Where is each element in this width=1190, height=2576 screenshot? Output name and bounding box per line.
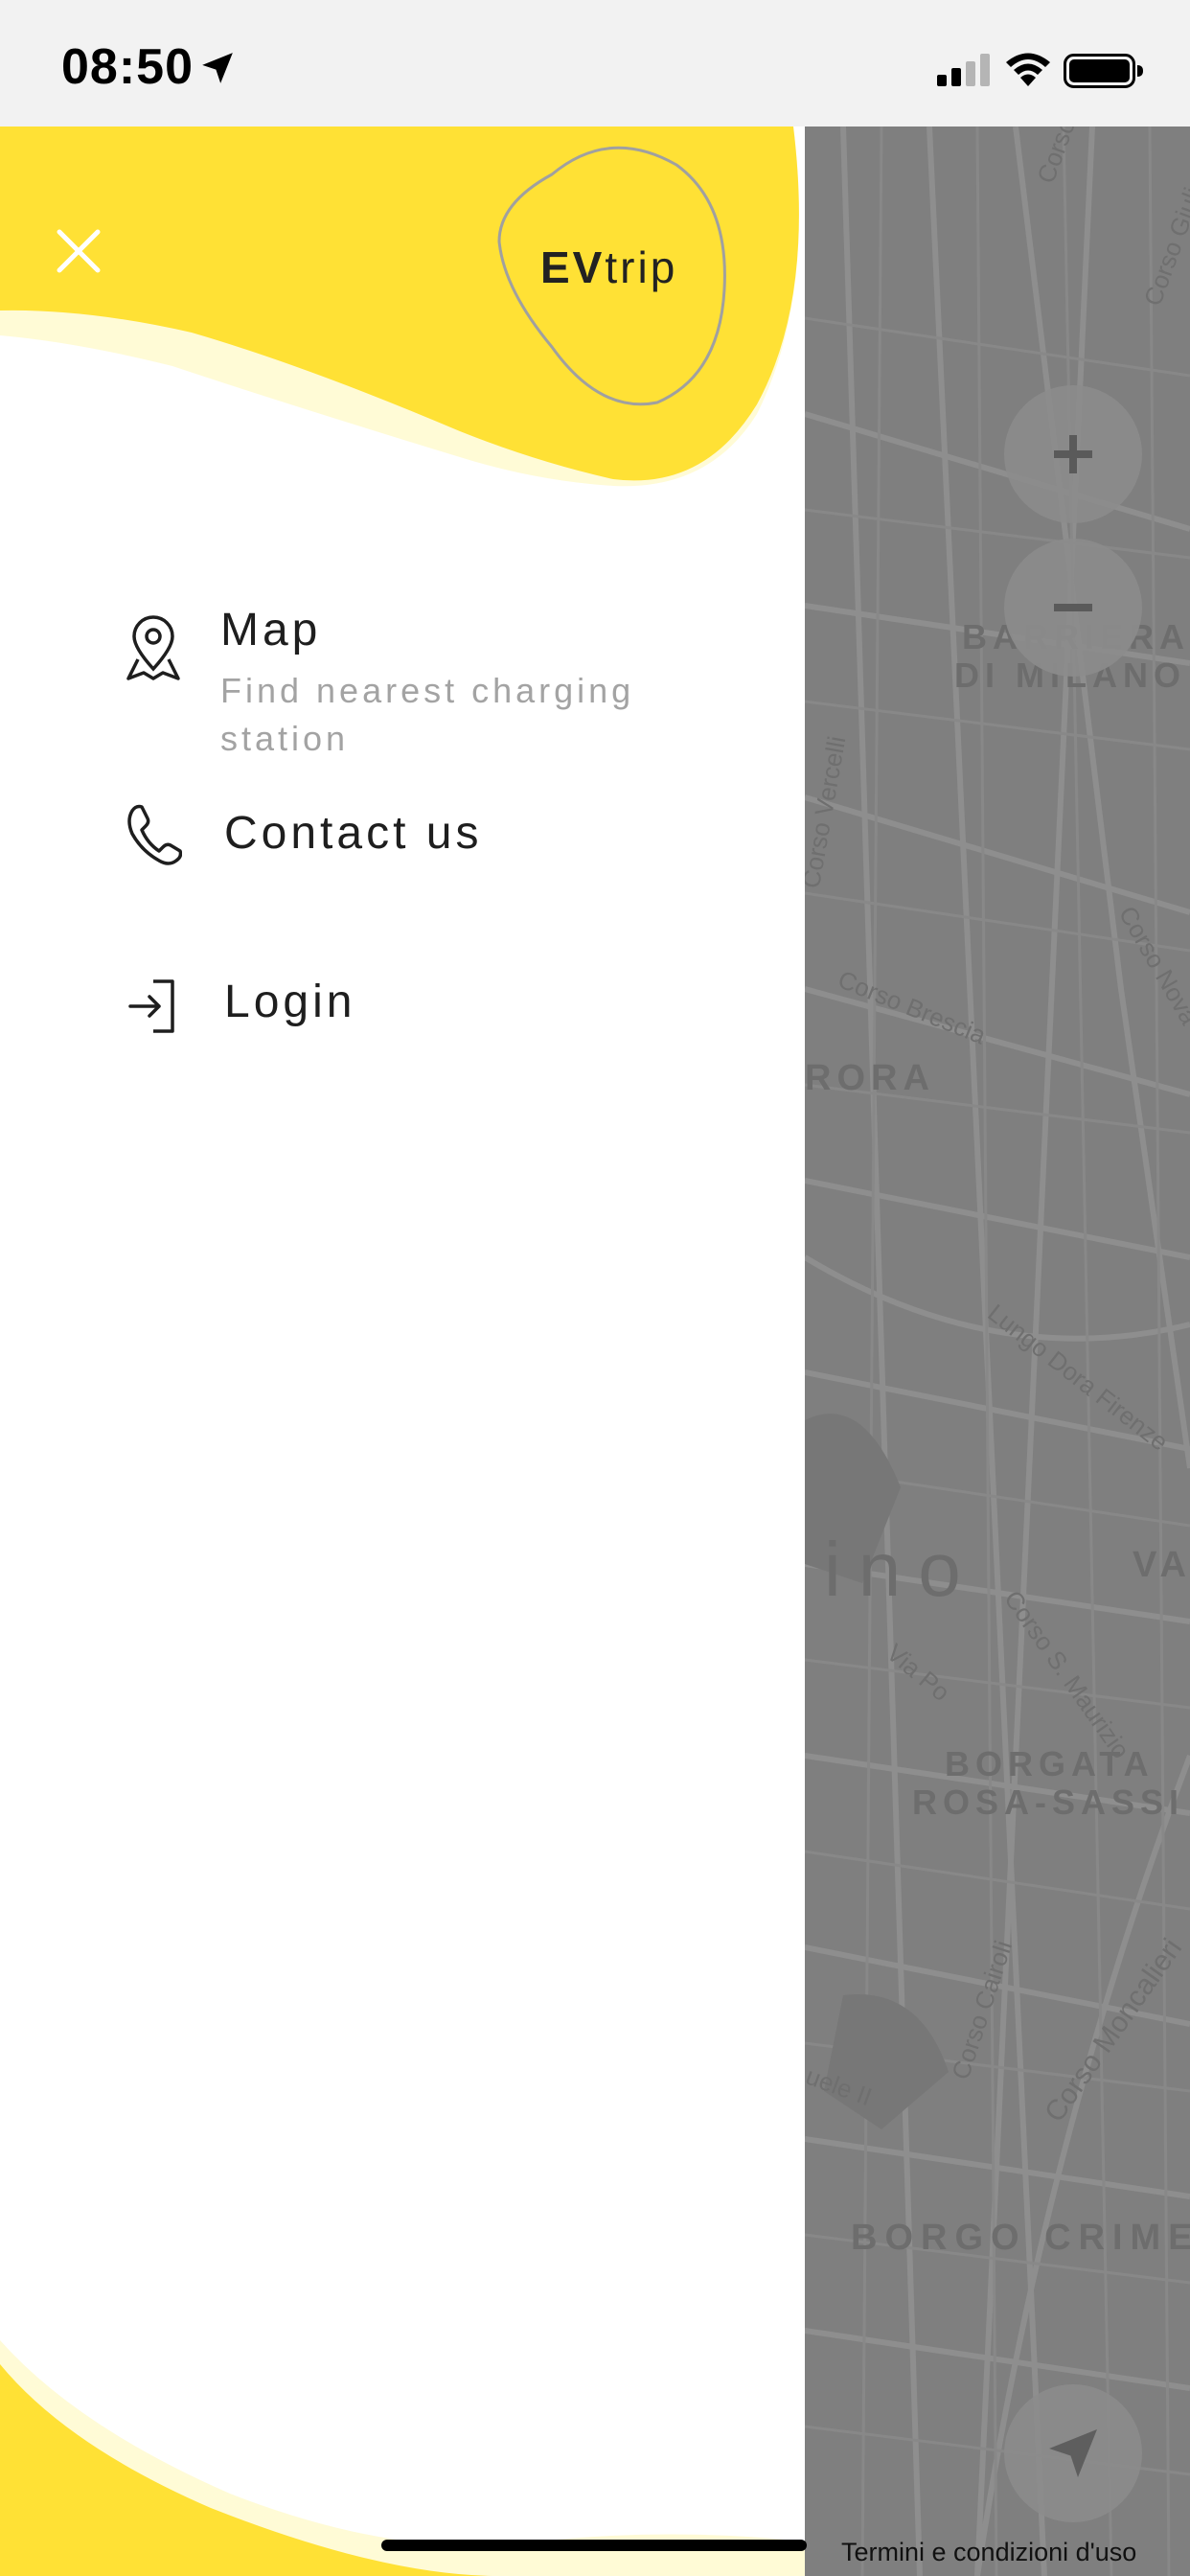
status-time: 08:50: [61, 39, 194, 95]
menu-item-login[interactable]: Login: [125, 966, 699, 1062]
menu-label-login: Login: [224, 977, 356, 1027]
phone-icon: [127, 804, 182, 865]
zoom-out-button[interactable]: [1004, 539, 1142, 677]
map-view[interactable]: Corso Corso Giuli Corso Vercelli Corso N…: [805, 126, 1190, 2576]
district-label: ROSA-SASSI: [912, 1782, 1185, 1822]
status-bar: 08:50: [0, 0, 1190, 126]
login-icon: [128, 979, 174, 1033]
district-label: RORA: [805, 1058, 935, 1098]
location-arrow-icon: [202, 53, 233, 83]
brand-regular: trip: [605, 242, 678, 292]
brand-logo: EVtrip: [540, 242, 677, 293]
menu-subtitle-map: Find nearest charging station: [220, 671, 635, 758]
navigation-arrow-icon: [1049, 2429, 1097, 2477]
district-label: VA: [1133, 1545, 1190, 1585]
menu-label-contact: Contact us: [224, 808, 483, 859]
battery-icon: [1064, 54, 1143, 88]
brand-bold: EV: [540, 242, 606, 292]
menu-item-contact[interactable]: Contact us: [125, 797, 699, 893]
district-label: BORGO CRIME: [851, 2218, 1190, 2258]
menu-label-map: Map: [220, 605, 322, 656]
side-drawer: EVtrip Map Find nearest charging station…: [0, 126, 805, 2576]
cellular-signal-icon: [937, 54, 990, 86]
map-streets: [805, 126, 1190, 2576]
zoom-in-button[interactable]: [1004, 385, 1142, 523]
wifi-icon: [1006, 53, 1050, 86]
menu-item-map[interactable]: Map Find nearest charging station: [125, 604, 699, 776]
terms-link[interactable]: Termini e condizioni d'uso: [841, 2538, 1136, 2567]
locate-me-button[interactable]: [1004, 2384, 1142, 2522]
drawer-decoration: [0, 126, 805, 2576]
minus-icon: [1054, 604, 1092, 611]
home-indicator[interactable]: [381, 2540, 807, 2551]
close-icon[interactable]: [52, 224, 105, 278]
district-label: BORGATA: [945, 1744, 1155, 1783]
city-label: ino: [824, 1527, 978, 1612]
plus-icon: [1054, 435, 1092, 473]
map-pin-icon: [126, 615, 180, 680]
